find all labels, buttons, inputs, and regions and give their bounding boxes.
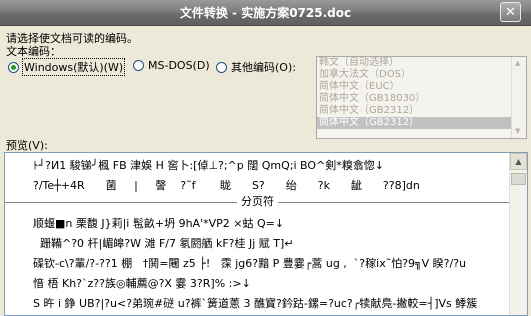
radio-windows-label: Windows(默认)(W) bbox=[21, 58, 126, 76]
radio-msdos-label: MS-DOS(D) bbox=[148, 59, 210, 72]
scroll-thumb[interactable] bbox=[511, 173, 526, 185]
scroll-up-icon[interactable]: ▲ bbox=[515, 59, 520, 67]
encoding-list-item-selected[interactable]: 简体中文（GB2312） bbox=[317, 117, 526, 129]
preview-line: S 旿 i 錚 UB?|?u<?弟琬#磀 u?裤`簧道蔥 3 醮寳?鈐跍-鏍=?… bbox=[33, 297, 478, 310]
encoding-list-item[interactable]: 韩文（自动选择） bbox=[317, 57, 526, 69]
radio-windows[interactable]: Windows(默认)(W) bbox=[8, 58, 126, 76]
preview-label: 预览(V): bbox=[6, 139, 48, 152]
preview-line: 顺蝘■n 栗馥 J}莉|i 髢畝+坍 9hA'*VP2 ×蛄 Q=↓ bbox=[33, 217, 285, 230]
close-button[interactable]: ✕ bbox=[500, 2, 521, 22]
page-break: 分页符 bbox=[5, 195, 510, 209]
encoding-label: 文本编码： bbox=[6, 45, 61, 58]
title-bar: 文件转换 - 实施方案0725.doc ✕ bbox=[0, 0, 531, 26]
encoding-list-item[interactable]: 加拿大法文（DOS） bbox=[317, 69, 526, 81]
radio-other[interactable]: 其他编码(O): bbox=[216, 59, 296, 75]
listbox-scrollbar[interactable]: ▲ ▼ bbox=[511, 57, 526, 138]
preview-line: ﾄ┘?И1 駿锑╯楓 FB 津娛 H 窖卜:[倬⊥?;^p 闊 QmQ;i BO… bbox=[33, 159, 384, 172]
radio-checked-icon bbox=[8, 61, 19, 73]
preview-line: 磲钦-c\?輩/?-??1 棚 †鬨=闀 z5 ├! 霂 jg6?黯 P 豊霎┌… bbox=[33, 257, 467, 270]
scroll-up-icon[interactable]: ▲ bbox=[510, 153, 527, 170]
encoding-list-item[interactable]: 简体中文（GB18030） bbox=[317, 93, 526, 105]
radio-msdos[interactable]: MS-DOS(D) bbox=[133, 59, 210, 72]
preview-pane[interactable]: ﾄ┘?И1 駿锑╯楓 FB 津娛 H 窖卜:[倬⊥?;^p 闊 QmQ;i BO… bbox=[4, 152, 528, 316]
radio-unchecked-icon bbox=[216, 61, 227, 73]
radio-other-label: 其他编码(O): bbox=[231, 61, 296, 74]
preview-line: 跚鞴^?0 杆|嵋皞?W 滩 F/7 氡閼舾 kF?桂 Jj 赋 T]↵ bbox=[33, 237, 294, 250]
window-title: 文件转换 - 实施方案0725.doc bbox=[179, 6, 352, 20]
encoding-list-item[interactable]: 简体中文（GB2312） bbox=[317, 105, 526, 117]
preview-line: 愔 梧 Kh?`z??族◎輔薦@?X 霎 3?R]% :>↓ bbox=[33, 277, 251, 290]
page-break-label: 分页符 bbox=[237, 195, 278, 208]
scroll-down-icon[interactable]: ▼ bbox=[515, 127, 520, 135]
preview-line: ?/Te┼+4R 菌 | 謦 ?˜f 眬 S? 绐 ?k 龇 ??8]dn bbox=[33, 179, 420, 192]
encoding-listbox[interactable]: 韩文（自动选择） 加拿大法文（DOS） 简体中文（EUC） 简体中文（GB180… bbox=[316, 56, 527, 139]
encoding-list-item[interactable]: 简体中文（EUC） bbox=[317, 81, 526, 93]
preview-scrollbar[interactable]: ▲ bbox=[509, 153, 527, 315]
radio-unchecked-icon bbox=[133, 60, 144, 71]
